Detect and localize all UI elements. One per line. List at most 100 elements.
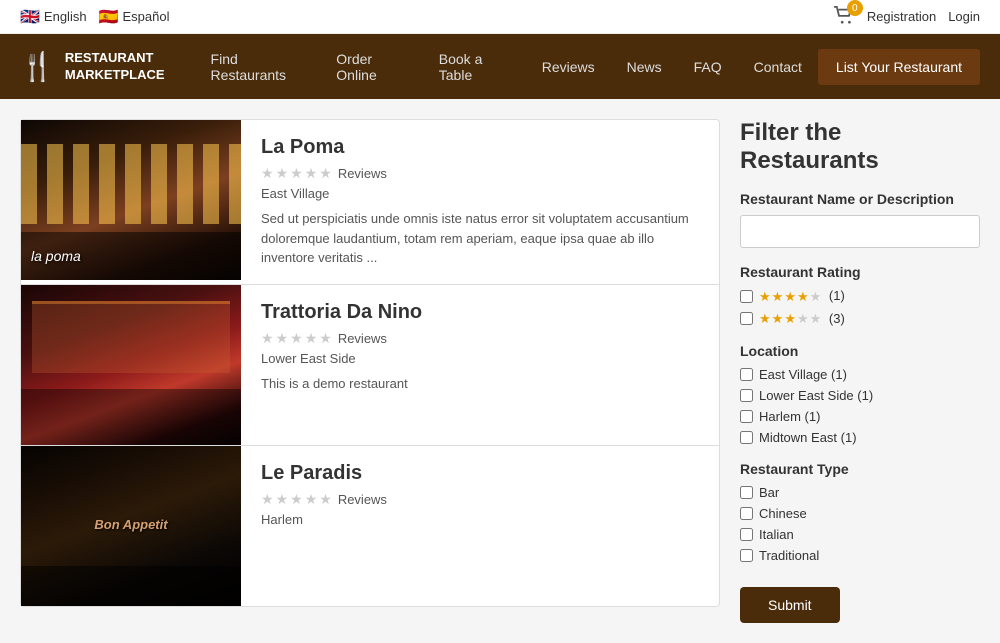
table-row: Bon Appetit Le Paradis ★ ★ ★ ★ ★ Reviews [20, 445, 720, 607]
filter-midtown-east-checkbox[interactable] [740, 431, 753, 444]
stars-4: ★★★★★ [759, 289, 821, 305]
main-nav: 🍴 RESTAURANT MARKETPLACE Find Restaurant… [0, 34, 1000, 99]
restaurant-image-1: la poma [21, 120, 241, 280]
filter-east-village-label[interactable]: East Village (1) [759, 367, 847, 382]
filter-type-label: Restaurant Type [740, 461, 980, 477]
espanol-label: Español [122, 9, 169, 24]
filter-italian-checkbox[interactable] [740, 528, 753, 541]
rating-4-count: (1) [829, 288, 845, 303]
filter-type-traditional: Traditional [740, 548, 980, 563]
reviews-label[interactable]: Reviews [338, 166, 387, 181]
restaurant-rating: ★ ★ ★ ★ ★ Reviews [261, 491, 699, 508]
nav-links: Find Restaurants Order Online Book a Tab… [195, 34, 818, 99]
filter-rating-4-checkbox[interactable] [740, 290, 753, 303]
filter-lower-east-side-checkbox[interactable] [740, 389, 753, 402]
nav-find-restaurants[interactable]: Find Restaurants [195, 34, 321, 99]
registration-link[interactable]: Registration [867, 9, 936, 24]
nav-reviews[interactable]: Reviews [526, 34, 611, 99]
stars-display: ★ ★ ★ ★ ★ [261, 165, 332, 182]
restaurant-list: la poma La Poma ★ ★ ★ ★ ★ Reviews [20, 119, 720, 623]
restaurant-info-3: Le Paradis ★ ★ ★ ★ ★ Reviews Harlem [241, 446, 719, 606]
restaurant-image-3: Bon Appetit [21, 446, 241, 606]
brand-icon: 🍴 [20, 50, 55, 83]
rating-3-count: (3) [829, 311, 845, 326]
filter-name-input[interactable] [740, 215, 980, 248]
filter-location-harlem: Harlem (1) [740, 409, 980, 424]
cart-icon[interactable]: 0 [833, 6, 855, 27]
filter-location-lower-east-side: Lower East Side (1) [740, 388, 980, 403]
filter-rating-label: Restaurant Rating [740, 264, 980, 280]
filter-name-section: Restaurant Name or Description [740, 191, 980, 248]
table-row: Trattoria Da Nino ★ ★ ★ ★ ★ Reviews Lowe… [20, 284, 720, 445]
restaurant-rating: ★ ★ ★ ★ ★ Reviews [261, 165, 699, 182]
language-group: 🇬🇧 English 🇪🇸 Español [20, 7, 169, 27]
restaurant-info-2: Trattoria Da Nino ★ ★ ★ ★ ★ Reviews Lowe… [241, 285, 719, 445]
filter-rating-section: Restaurant Rating ★★★★★ (1) ★★★★★ (3) [740, 264, 980, 327]
brand[interactable]: 🍴 RESTAURANT MARKETPLACE [20, 50, 165, 84]
stars-display: ★ ★ ★ ★ ★ [261, 491, 332, 508]
top-bar: 🇬🇧 English 🇪🇸 Español 0 Registration Log… [0, 0, 1000, 34]
filter-bar-label[interactable]: Bar [759, 485, 779, 500]
filter-traditional-checkbox[interactable] [740, 549, 753, 562]
restaurant-location: Lower East Side [261, 351, 699, 366]
restaurant-name[interactable]: La Poma [261, 136, 699, 159]
cart-badge: 0 [847, 0, 863, 16]
filter-rating-4-label[interactable]: ★★★★★ (1) [759, 288, 845, 305]
top-right-group: 0 Registration Login [833, 6, 980, 27]
login-link[interactable]: Login [948, 9, 980, 24]
lang-espanol[interactable]: 🇪🇸 Español [99, 7, 170, 27]
filter-type-section: Restaurant Type Bar Chinese Italian Trad… [740, 461, 980, 563]
filter-type-bar: Bar [740, 485, 980, 500]
filter-chinese-label[interactable]: Chinese [759, 506, 807, 521]
filter-rating-4: ★★★★★ (1) [740, 288, 980, 305]
filter-east-village-checkbox[interactable] [740, 368, 753, 381]
table-row: la poma La Poma ★ ★ ★ ★ ★ Reviews [20, 119, 720, 284]
filter-location-label: Location [740, 343, 980, 359]
reviews-label[interactable]: Reviews [338, 492, 387, 507]
filter-italian-label[interactable]: Italian [759, 527, 794, 542]
nav-news[interactable]: News [611, 34, 678, 99]
filter-traditional-label[interactable]: Traditional [759, 548, 819, 563]
espanol-flag: 🇪🇸 [99, 7, 119, 27]
filter-rating-3-label[interactable]: ★★★★★ (3) [759, 311, 845, 328]
restaurant-description: Sed ut perspiciatis unde omnis iste natu… [261, 209, 699, 268]
brand-text: RESTAURANT MARKETPLACE [65, 50, 165, 84]
main-container: la poma La Poma ★ ★ ★ ★ ★ Reviews [0, 99, 1000, 643]
filter-midtown-east-label[interactable]: Midtown East (1) [759, 430, 857, 445]
filter-panel: Filter the Restaurants Restaurant Name o… [740, 119, 980, 623]
restaurant-rating: ★ ★ ★ ★ ★ Reviews [261, 330, 699, 347]
filter-type-italian: Italian [740, 527, 980, 542]
stars-display: ★ ★ ★ ★ ★ [261, 330, 332, 347]
stars-3: ★★★★★ [759, 311, 821, 327]
nav-order-online[interactable]: Order Online [320, 34, 422, 99]
filter-type-chinese: Chinese [740, 506, 980, 521]
filter-title: Filter the Restaurants [740, 119, 980, 175]
nav-faq[interactable]: FAQ [678, 34, 738, 99]
english-flag: 🇬🇧 [20, 7, 40, 27]
filter-harlem-label[interactable]: Harlem (1) [759, 409, 820, 424]
restaurant-location: East Village [261, 186, 699, 201]
nav-contact[interactable]: Contact [738, 34, 818, 99]
restaurant-info-1: La Poma ★ ★ ★ ★ ★ Reviews East Village S… [241, 120, 719, 284]
filter-location-section: Location East Village (1) Lower East Sid… [740, 343, 980, 445]
filter-submit-button[interactable]: Submit [740, 587, 840, 623]
filter-lower-east-side-label[interactable]: Lower East Side (1) [759, 388, 873, 403]
restaurant-name[interactable]: Trattoria Da Nino [261, 301, 699, 324]
filter-bar-checkbox[interactable] [740, 486, 753, 499]
restaurant-image-2 [21, 285, 241, 445]
restaurant-name[interactable]: Le Paradis [261, 462, 699, 485]
lang-english[interactable]: 🇬🇧 English [20, 7, 87, 27]
filter-chinese-checkbox[interactable] [740, 507, 753, 520]
filter-harlem-checkbox[interactable] [740, 410, 753, 423]
filter-location-east-village: East Village (1) [740, 367, 980, 382]
filter-name-label: Restaurant Name or Description [740, 191, 980, 207]
restaurant-location: Harlem [261, 512, 699, 527]
english-label: English [44, 9, 87, 24]
restaurant-description: This is a demo restaurant [261, 374, 699, 394]
nav-book-table[interactable]: Book a Table [423, 34, 526, 99]
filter-rating-3: ★★★★★ (3) [740, 311, 980, 328]
filter-location-midtown-east: Midtown East (1) [740, 430, 980, 445]
reviews-label[interactable]: Reviews [338, 331, 387, 346]
filter-rating-3-checkbox[interactable] [740, 312, 753, 325]
list-restaurant-button[interactable]: List Your Restaurant [818, 49, 980, 85]
